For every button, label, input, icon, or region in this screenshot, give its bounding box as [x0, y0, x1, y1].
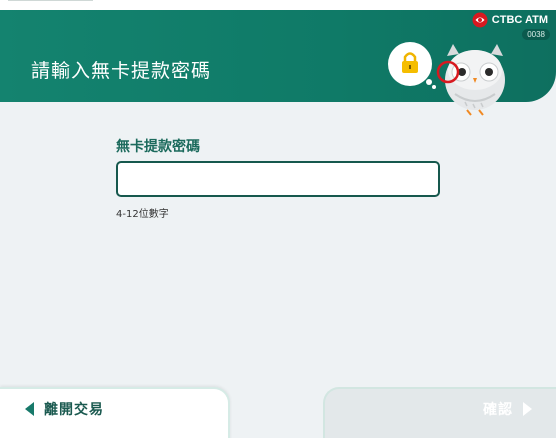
brand-name: CTBC ATM	[491, 14, 548, 26]
top-divider	[8, 0, 93, 1]
atm-screen: 請輸入無卡提款密碼 CTBC ATM 0038 無卡提款密碼 4-12位數字 離…	[0, 10, 556, 438]
cancel-transaction-button[interactable]: 離開交易	[0, 387, 230, 438]
arrow-left-icon	[25, 402, 34, 416]
terminal-id: 0038	[522, 29, 550, 40]
confirm-button[interactable]: 確認	[323, 387, 556, 438]
header-bar: 請輸入無卡提款密碼 CTBC ATM 0038	[0, 10, 556, 116]
page-title: 請輸入無卡提款密碼	[31, 60, 212, 82]
cardless-pin-input[interactable]	[116, 161, 440, 197]
cancel-button-label: 離開交易	[44, 402, 104, 418]
arrow-right-icon	[523, 402, 532, 416]
confirm-button-label: 確認	[483, 402, 513, 418]
field-hint: 4-12位數字	[116, 209, 169, 220]
ctbc-logo-icon	[472, 12, 488, 28]
brand: CTBC ATM	[472, 12, 548, 28]
owl-mascot-icon	[388, 42, 505, 116]
field-label: 無卡提款密碼	[116, 139, 200, 155]
